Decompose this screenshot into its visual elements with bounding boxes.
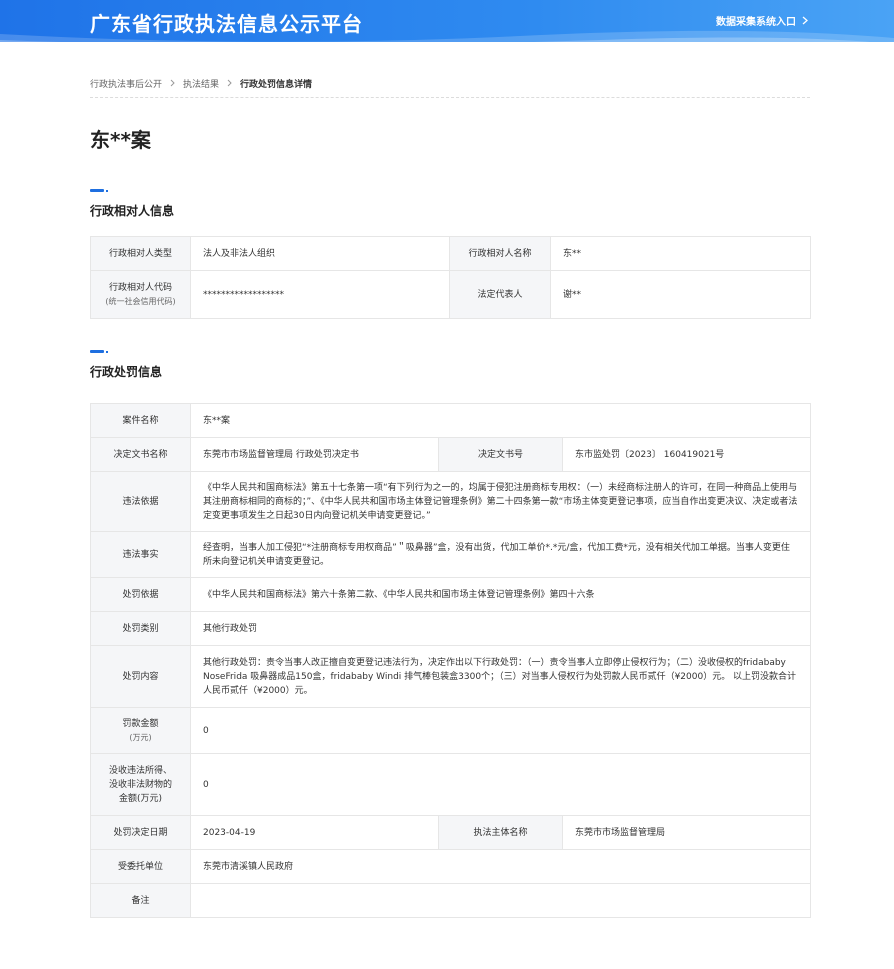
authority-value: 东莞市市场监督管理局 (561, 815, 812, 850)
doc-no-label: 决定文书号 (438, 437, 563, 472)
entrusted-unit-value: 东莞市清溪镇人民政府 (189, 849, 812, 884)
table-row: 备注 (90, 883, 812, 918)
breadcrumb-item-enforcement-disclosure[interactable]: 行政执法事后公开 (90, 77, 162, 90)
chevron-right-icon (802, 16, 808, 25)
party-name-label: 行政相对人名称 (449, 236, 551, 271)
entry-link-label: 数据采集系统入口 (716, 17, 796, 28)
doc-name-value: 东莞市市场监督管理局 行政处罚决定书 (190, 437, 439, 472)
violation-facts-value: 经查明，当事人加工侵犯“*注册商标专用权商品”＂吸鼻器”盒，没有出货，代加工单价… (189, 531, 812, 578)
party-type-label: 行政相对人类型 (90, 236, 191, 271)
penalty-info-table: 案件名称 东**案 决定文书名称 东莞市市场监督管理局 行政处罚决定书 决定文书… (90, 403, 812, 918)
confiscation-amount-value: 0 (189, 753, 812, 816)
legal-representative-value: 谢** (550, 270, 811, 319)
penalty-basis-value: 《中华人民共和国商标法》第六十条第二款、《中华人民共和国市场主体登记管理条例》第… (189, 577, 812, 612)
violation-basis-label: 违法依据 (90, 471, 191, 532)
penalty-content-label: 处罚内容 (90, 645, 191, 708)
doc-name-label: 决定文书名称 (90, 437, 191, 472)
party-info-table: 行政相对人类型 法人及非法人组织 行政相对人名称 东** 行政相对人代码 (统一… (90, 236, 811, 319)
table-row: 案件名称 东**案 (90, 403, 812, 438)
table-row: 处罚内容 其他行政处罚：责令当事人改正擅自变更登记违法行为，决定作出以下行政处罚… (90, 645, 812, 708)
party-code-label-cell: 行政相对人代码 (统一社会信用代码) (90, 270, 191, 319)
confiscation-label-line2: 没收非法财物的 (108, 779, 172, 790)
decision-date-label: 处罚决定日期 (90, 815, 191, 850)
breadcrumb-item-current: 行政处罚信息详情 (240, 80, 313, 90)
remark-label: 备注 (90, 883, 191, 918)
table-row: 处罚依据 《中华人民共和国商标法》第六十条第二款、《中华人民共和国市场主体登记管… (90, 577, 812, 612)
chevron-right-icon (227, 77, 232, 89)
party-code-label: 行政相对人代码 (108, 282, 172, 293)
table-row: 决定文书名称 东莞市市场监督管理局 行政处罚决定书 决定文书号 东市监处罚〔20… (90, 437, 812, 472)
breadcrumb: 行政执法事后公开 执法结果 行政处罚信息详情 (90, 77, 810, 98)
table-row: 受委托单位 东莞市清溪镇人民政府 (90, 849, 812, 884)
violation-facts-label: 违法事实 (90, 531, 191, 578)
penalty-section-title: 行政处罚信息 (90, 365, 163, 379)
chevron-right-icon (170, 77, 175, 89)
party-type-value: 法人及非法人组织 (190, 236, 450, 271)
section-marker (90, 189, 108, 192)
party-section-title: 行政相对人信息 (90, 204, 175, 218)
party-name-value: 东** (550, 236, 811, 271)
confiscation-amount-label-cell: 没收违法所得、 没收非法财物的 金额(万元) (90, 753, 191, 816)
confiscation-label-line3: 金额(万元) (118, 793, 163, 804)
case-name-label: 案件名称 (90, 403, 191, 438)
party-code-note: (统一社会信用代码) (105, 296, 176, 306)
section-marker (90, 350, 108, 353)
table-row: 行政相对人类型 法人及非法人组织 行政相对人名称 东** (90, 236, 811, 271)
table-row: 违法依据 《中华人民共和国商标法》第五十七条第一项“有下列行为之一的，均属于侵犯… (90, 471, 812, 532)
fine-amount-unit: (万元) (129, 732, 152, 742)
penalty-basis-label: 处罚依据 (90, 577, 191, 612)
entrusted-unit-label: 受委托单位 (90, 849, 191, 884)
case-name-value: 东**案 (189, 403, 812, 438)
page-title: 东**案 (90, 128, 151, 152)
authority-label: 执法主体名称 (438, 815, 563, 850)
fine-amount-label-cell: 罚款金额 (万元) (90, 707, 191, 754)
penalty-content-value: 其他行政处罚：责令当事人改正擅自变更登记违法行为，决定作出以下行政处罚：（一）责… (189, 645, 812, 708)
violation-basis-value: 《中华人民共和国商标法》第五十七条第一项“有下列行为之一的，均属于侵犯注册商标专… (189, 471, 812, 532)
penalty-type-label: 处罚类别 (90, 611, 191, 646)
fine-amount-label: 罚款金额 (122, 718, 159, 729)
party-code-value: ****************** (190, 270, 450, 319)
penalty-type-value: 其他行政处罚 (189, 611, 812, 646)
data-collection-entry-link[interactable]: 数据采集系统入口 (716, 13, 808, 28)
breadcrumb-item-enforcement-results[interactable]: 执法结果 (183, 77, 219, 90)
site-title: 广东省行政执法信息公示平台 (90, 12, 363, 36)
remark-value (189, 883, 812, 918)
table-row: 没收违法所得、 没收非法财物的 金额(万元) 0 (90, 753, 812, 816)
table-row: 行政相对人代码 (统一社会信用代码) ****************** 法定… (90, 270, 811, 319)
table-row: 罚款金额 (万元) 0 (90, 707, 812, 754)
table-row: 违法事实 经查明，当事人加工侵犯“*注册商标专用权商品”＂吸鼻器”盒，没有出货，… (90, 531, 812, 578)
legal-representative-label: 法定代表人 (449, 270, 551, 319)
confiscation-label-line1: 没收违法所得、 (108, 765, 172, 776)
table-row: 处罚决定日期 2023-04-19 执法主体名称 东莞市市场监督管理局 (90, 815, 812, 850)
site-header: 广东省行政执法信息公示平台 数据采集系统入口 (0, 0, 894, 42)
fine-amount-value: 0 (189, 707, 812, 754)
table-row: 处罚类别 其他行政处罚 (90, 611, 812, 646)
doc-no-value: 东市监处罚〔2023〕 160419021号 (561, 437, 812, 472)
decision-date-value: 2023-04-19 (190, 815, 439, 850)
